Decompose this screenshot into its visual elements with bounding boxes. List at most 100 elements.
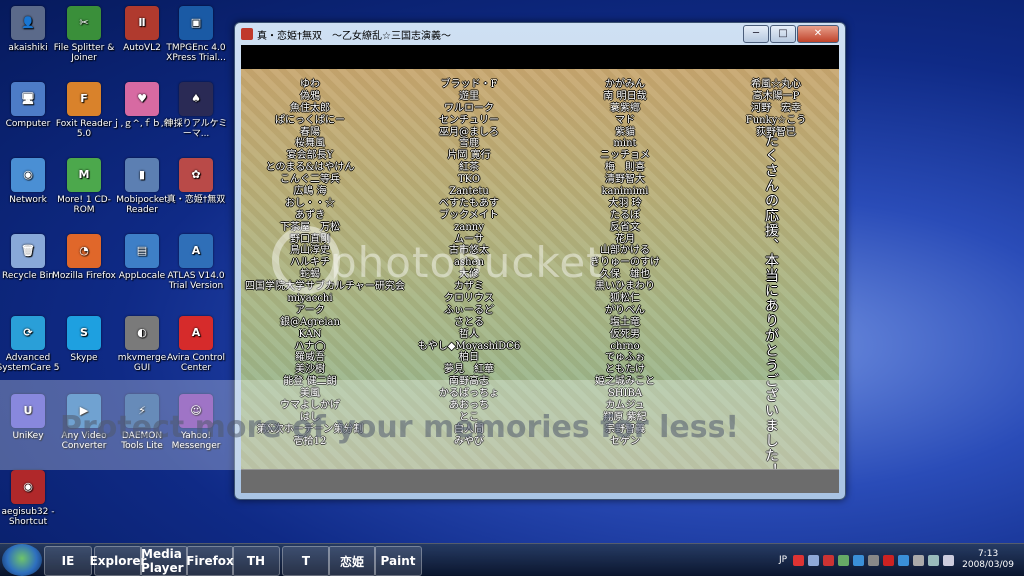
credit-name: 反省文 bbox=[610, 221, 640, 233]
shortcut-icon: ▮ bbox=[125, 158, 159, 192]
taskbar-button[interactable]: Explorer bbox=[90, 546, 146, 576]
credit-name: 宴会部長Y bbox=[286, 150, 334, 162]
shortcut-icon: 👤 bbox=[11, 6, 45, 40]
desktop-icon[interactable]: ✿ 真・恋姫†無双 bbox=[164, 158, 228, 205]
credit-name: でゅふぉ bbox=[605, 352, 645, 364]
credit-name: アーク bbox=[295, 304, 325, 316]
desktop-icon[interactable]: ◉ aegisub32 - Shortcut bbox=[0, 470, 60, 527]
desktop-icon[interactable]: 🗑 Recycle Bin bbox=[0, 234, 60, 281]
credit-name: 柏日 bbox=[459, 352, 479, 364]
desktop-icon-label: Computer bbox=[5, 119, 51, 129]
shortcut-icon: 🗑 bbox=[11, 234, 45, 268]
start-button[interactable] bbox=[2, 544, 42, 576]
credit-name: ブックメイト bbox=[439, 209, 499, 221]
shortcut-icon: ♠ bbox=[179, 82, 213, 116]
credit-name: 南 明日哉 bbox=[603, 90, 647, 102]
desktop-icon[interactable]: A Avira Control Center bbox=[164, 316, 228, 373]
tray-icon[interactable] bbox=[838, 554, 850, 566]
credit-name: 紫貓 bbox=[615, 126, 635, 138]
tray-icon[interactable] bbox=[883, 554, 895, 566]
credit-name: 仮死男 bbox=[610, 328, 640, 340]
clock[interactable]: 7:13 2008/03/09 bbox=[962, 549, 1014, 571]
desktop-icon[interactable]: ◉ Network bbox=[0, 158, 60, 205]
taskbar-button[interactable]: Paint bbox=[374, 546, 422, 576]
taskbar-button[interactable]: TH bbox=[232, 546, 280, 576]
taskbar-button[interactable]: Firefox bbox=[186, 546, 234, 576]
shortcut-icon: ▤ bbox=[125, 234, 159, 268]
credit-name: 塩土竜 bbox=[610, 316, 640, 328]
desktop-icon[interactable]: ✂ File Splitter & Joiner bbox=[52, 6, 116, 63]
volume-icon[interactable] bbox=[943, 554, 955, 566]
credit-name: chrno bbox=[610, 340, 640, 352]
close-button[interactable]: ✕ bbox=[797, 25, 839, 43]
credit-name: あずき bbox=[295, 209, 325, 221]
desktop-icon[interactable]: ◔ Mozilla Firefox bbox=[52, 234, 116, 281]
shortcut-icon: ✿ bbox=[179, 158, 213, 192]
tray-icon[interactable] bbox=[868, 554, 880, 566]
credit-name: 巫月@ましろ bbox=[439, 126, 499, 138]
minimize-button[interactable]: ─ bbox=[743, 25, 769, 43]
desktop-icon[interactable]: S Skype bbox=[52, 316, 116, 363]
credit-name: KAN bbox=[298, 328, 322, 340]
credit-name: Zantetu bbox=[449, 186, 489, 198]
shortcut-icon: Ⅱ bbox=[125, 6, 159, 40]
credit-name: 希風☆丸心 bbox=[751, 79, 801, 90]
desktop-icon-label: 真・恋姫†無双 bbox=[166, 195, 226, 205]
credit-name: 哲人 bbox=[459, 328, 479, 340]
credit-name: 片岡 寛行 bbox=[447, 150, 491, 162]
credit-name: 紅茶 bbox=[459, 162, 479, 174]
desktop-icon-label: aegisub32 - Shortcut bbox=[1, 507, 55, 527]
credit-name: 河野 宏幸 bbox=[751, 102, 801, 114]
tray-icon[interactable] bbox=[823, 554, 835, 566]
credit-name: 梅 則喜 bbox=[605, 162, 645, 174]
desktop-icon[interactable]: F Foxit Reader 5.0 bbox=[52, 82, 116, 139]
tray-icon[interactable] bbox=[913, 554, 925, 566]
desktop-icon-label: Skype bbox=[70, 353, 98, 363]
desktop-icon[interactable]: ♠ 神採りアルケミーマ... bbox=[164, 82, 228, 139]
taskbar-button[interactable]: 恋姫 bbox=[328, 546, 376, 576]
maximize-button[interactable]: □ bbox=[770, 25, 796, 43]
tray-icon[interactable] bbox=[808, 554, 820, 566]
credit-name: ともたけ bbox=[605, 364, 645, 376]
credit-name: miyacchi bbox=[287, 293, 333, 305]
tray-icon[interactable] bbox=[853, 554, 865, 566]
tray-icon[interactable] bbox=[793, 554, 805, 566]
credit-name: TKO bbox=[457, 174, 481, 186]
credit-name: 銀@Agreian bbox=[280, 316, 340, 328]
shortcut-icon: A bbox=[179, 234, 213, 268]
desktop-icon[interactable]: A ATLAS V14.0 Trial Version bbox=[164, 234, 228, 291]
shortcut-icon: S bbox=[67, 316, 101, 350]
shortcut-icon: F bbox=[67, 82, 101, 116]
clock-time: 7:13 bbox=[977, 549, 999, 559]
desktop-icon[interactable]: M More! 1 CD-ROM bbox=[52, 158, 116, 215]
credit-name: もやし◆MoyashiDC6 bbox=[417, 340, 521, 352]
credit-name: 雪鹿 bbox=[459, 138, 479, 150]
desktop-icon[interactable]: ▣ TMPGEnc 4.0 XPress Trial... bbox=[164, 6, 228, 63]
desktop-icon[interactable]: 🖥 Computer bbox=[0, 82, 60, 129]
tray-icon[interactable] bbox=[898, 554, 910, 566]
credit-name: ぱにっくぱにー bbox=[275, 114, 345, 126]
credit-name: マド bbox=[615, 114, 635, 126]
credit-name: 高木陽一P bbox=[752, 90, 800, 102]
credit-name: 魚住太郎 bbox=[290, 102, 330, 114]
taskbar-button[interactable]: Media Player bbox=[140, 546, 188, 576]
credit-name: ワルローク bbox=[444, 102, 494, 114]
language-indicator[interactable]: JP bbox=[779, 555, 787, 565]
shortcut-icon: ◉ bbox=[11, 470, 45, 504]
desktop-icon-label: More! 1 CD-ROM bbox=[57, 195, 111, 215]
taskbar-button[interactable]: IE bbox=[44, 546, 92, 576]
credit-name: 遊里 bbox=[459, 90, 479, 102]
desktop-icon[interactable]: 👤 akaishiki bbox=[0, 6, 60, 53]
desktop-icon-label: ATLAS V14.0 Trial Version bbox=[167, 271, 225, 291]
taskbar-button[interactable]: T bbox=[282, 546, 330, 576]
credit-name: ブラッド・F bbox=[440, 79, 498, 90]
credit-name: kanimimi bbox=[601, 186, 649, 198]
network-icon[interactable] bbox=[928, 554, 940, 566]
desktop-icon-label: Mozilla Firefox bbox=[52, 271, 116, 281]
shortcut-icon: ⟳ bbox=[11, 316, 45, 350]
app-icon bbox=[241, 28, 253, 40]
desktop-icon[interactable]: ⟳ Advanced SystemCare 5 bbox=[0, 316, 60, 373]
credit-name: 蓑紫鄕 bbox=[610, 102, 640, 114]
clock-date: 2008/03/09 bbox=[962, 560, 1014, 570]
shortcut-icon: 🖥 bbox=[11, 82, 45, 116]
